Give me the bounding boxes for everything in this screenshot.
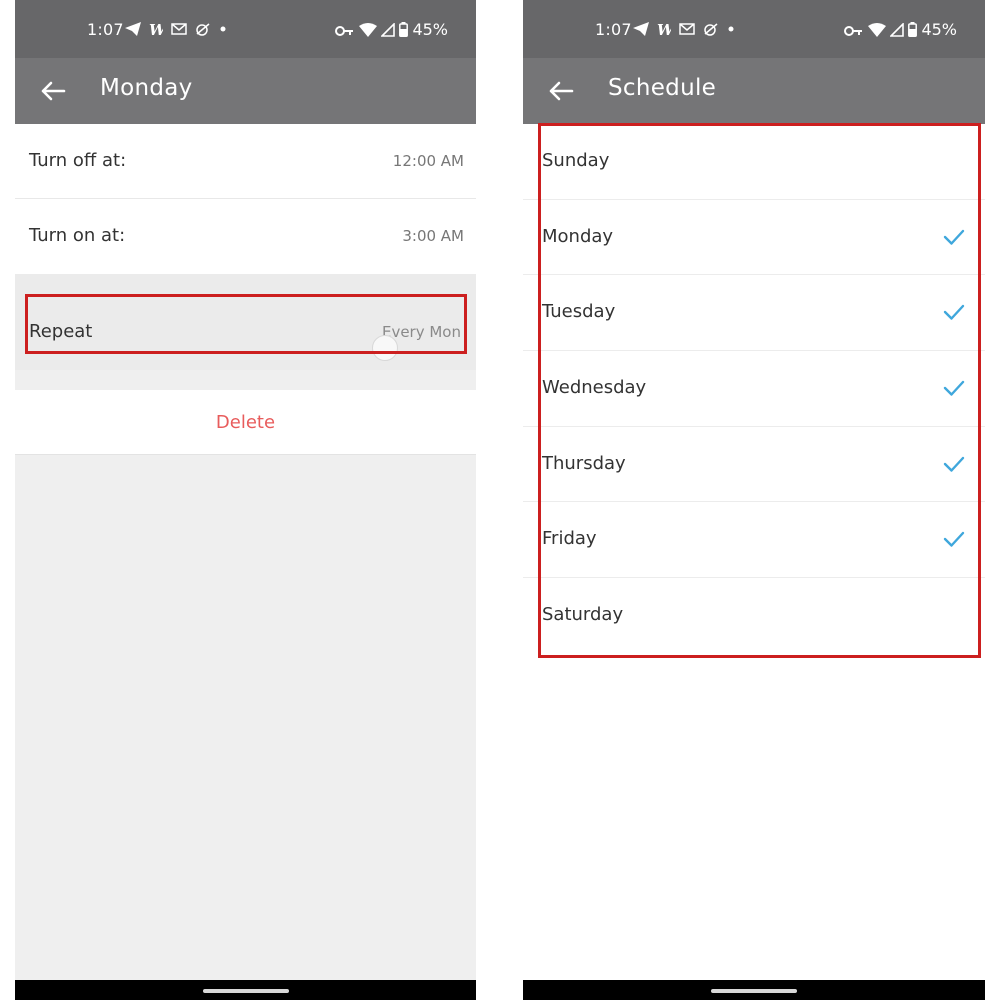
app-bar: Monday: [15, 58, 476, 124]
repeat-label: Repeat: [29, 321, 93, 342]
day-row-tuesday[interactable]: Tuesday: [523, 275, 985, 352]
app-bar: Schedule: [523, 58, 985, 124]
navigation-bar: [15, 980, 476, 1000]
monday-screen: 1:07 W 45% Monday Turn off at: 12:00 AM …: [15, 0, 476, 1000]
page-title: Schedule: [608, 75, 717, 101]
dot-icon: [220, 26, 226, 32]
day-label: Wednesday: [542, 377, 647, 399]
telegram-icon: [125, 22, 141, 36]
turn-on-row[interactable]: Turn on at: 3:00 AM: [15, 199, 476, 274]
checkmark-icon: [943, 305, 965, 321]
navigation-bar: [523, 980, 985, 1000]
back-arrow-icon[interactable]: [37, 75, 69, 107]
day-row-monday[interactable]: Monday: [523, 200, 985, 276]
signal-icon: [890, 22, 905, 37]
day-row-friday[interactable]: Friday: [523, 502, 985, 579]
gmail-icon: [679, 23, 695, 35]
svg-text:W: W: [657, 21, 671, 37]
delete-label: Delete: [215, 412, 276, 433]
checkmark-icon: [943, 456, 965, 472]
day-label: Thursday: [542, 452, 626, 474]
repeat-row[interactable]: Repeat Every Mon: [15, 274, 476, 370]
wordpress-icon: W: [149, 21, 163, 37]
touch-ripple: [372, 335, 398, 361]
day-row-sunday[interactable]: Sunday: [523, 124, 985, 200]
day-label: Friday: [542, 528, 597, 550]
back-arrow-icon[interactable]: [545, 75, 577, 107]
wifi-icon: [868, 22, 887, 37]
turn-off-value: 12:00 AM: [392, 152, 464, 170]
notification-icons: W: [633, 21, 735, 37]
key-icon: [335, 25, 354, 36]
day-label: Sunday: [542, 150, 610, 171]
battery-icon: [908, 22, 918, 37]
battery-percent: 45%: [412, 20, 448, 39]
page-title: Monday: [100, 75, 193, 101]
day-row-saturday[interactable]: Saturday: [523, 578, 985, 654]
notification-icons: W: [125, 21, 227, 37]
checkmark-icon: [943, 532, 965, 548]
svg-text:W: W: [149, 21, 163, 37]
home-handle[interactable]: [202, 989, 289, 993]
turn-on-value: 3:00 AM: [402, 227, 464, 245]
day-label: Saturday: [542, 604, 624, 626]
signature-icon: [704, 23, 718, 36]
delete-button[interactable]: Delete: [15, 390, 476, 455]
turn-on-label: Turn on at:: [29, 225, 126, 246]
status-right: 45%: [335, 20, 448, 39]
checkmark-icon: [943, 229, 965, 245]
status-time: 1:07: [595, 20, 632, 39]
day-label: Tuesday: [542, 301, 616, 323]
status-time: 1:07: [87, 20, 124, 39]
home-handle[interactable]: [711, 989, 797, 993]
status-bar: 1:07 W 45%: [15, 0, 476, 58]
dot-icon: [728, 26, 734, 32]
telegram-icon: [633, 22, 649, 36]
day-list: Sunday Monday Tuesday Wednesday Thursday…: [523, 124, 985, 654]
signal-icon: [381, 22, 396, 37]
battery-icon: [399, 22, 409, 37]
signature-icon: [196, 23, 210, 36]
checkmark-icon: [943, 380, 965, 396]
turn-off-label: Turn off at:: [29, 150, 127, 171]
status-right: 45%: [844, 20, 957, 39]
gmail-icon: [171, 23, 187, 35]
key-icon: [844, 25, 863, 36]
battery-percent: 45%: [921, 20, 957, 39]
turn-off-row[interactable]: Turn off at: 12:00 AM: [15, 124, 476, 199]
wifi-icon: [359, 22, 378, 37]
schedule-screen: 1:07 W 45% Schedule Sunday Monday Tuesd: [523, 0, 985, 1000]
wordpress-icon: W: [657, 21, 671, 37]
day-row-wednesday[interactable]: Wednesday: [523, 351, 985, 427]
day-row-thursday[interactable]: Thursday: [523, 427, 985, 503]
day-label: Monday: [542, 225, 614, 247]
status-bar: 1:07 W 45%: [523, 0, 985, 58]
